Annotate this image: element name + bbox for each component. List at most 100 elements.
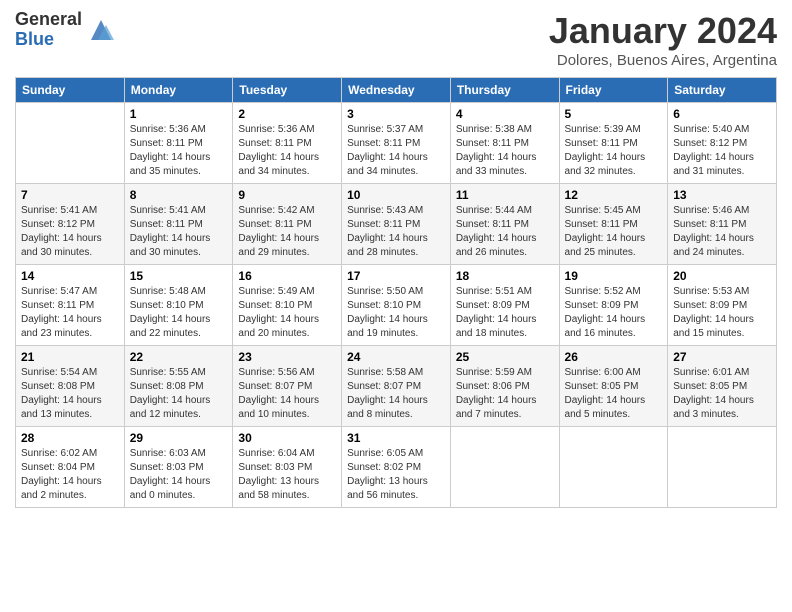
day-info: Sunrise: 6:03 AM Sunset: 8:03 PM Dayligh… [130, 447, 228, 503]
calendar-cell: 7 Sunrise: 5:41 AM Sunset: 8:12 PM Daylig… [16, 184, 125, 265]
calendar-cell: 4Sunrise: 5:38 AM Sunset: 8:11 PM Daylig… [450, 103, 559, 184]
day-number: 9 [238, 188, 336, 202]
day-info: Sunrise: 5:43 AM Sunset: 8:11 PM Dayligh… [347, 204, 445, 260]
logo-blue: Blue [15, 30, 82, 50]
calendar-cell: 10 Sunrise: 5:43 AM Sunset: 8:11 PM Dayli… [342, 184, 451, 265]
location-subtitle: Dolores, Buenos Aires, Argentina [549, 52, 777, 69]
calendar-cell: 11Sunrise: 5:44 AM Sunset: 8:11 PM Dayli… [450, 184, 559, 265]
day-number: 14 [21, 269, 119, 283]
day-number: 3 [347, 107, 445, 121]
day-number: 25 [456, 350, 554, 364]
column-header-friday: Friday [559, 78, 668, 103]
calendar-cell: 12Sunrise: 5:45 AM Sunset: 8:11 PM Dayli… [559, 184, 668, 265]
calendar-cell: 29Sunrise: 6:03 AM Sunset: 8:03 PM Dayli… [124, 427, 233, 508]
calendar-cell: 15Sunrise: 5:48 AM Sunset: 8:10 PM Dayli… [124, 265, 233, 346]
day-number: 31 [347, 431, 445, 445]
day-info: Sunrise: 5:41 AM Sunset: 8:12 PM Dayligh… [21, 204, 119, 260]
column-header-sunday: Sunday [16, 78, 125, 103]
day-number: 17 [347, 269, 445, 283]
day-number: 27 [673, 350, 771, 364]
day-number: 30 [238, 431, 336, 445]
calendar-header-row: SundayMondayTuesdayWednesdayThursdayFrid… [16, 78, 777, 103]
day-info: Sunrise: 5:45 AM Sunset: 8:11 PM Dayligh… [565, 204, 663, 260]
day-number: 16 [238, 269, 336, 283]
day-info: Sunrise: 5:55 AM Sunset: 8:08 PM Dayligh… [130, 366, 228, 422]
day-info: Sunrise: 5:52 AM Sunset: 8:09 PM Dayligh… [565, 285, 663, 341]
calendar-cell: 26 Sunrise: 6:00 AM Sunset: 8:05 PM Dayli… [559, 346, 668, 427]
day-info: Sunrise: 5:58 AM Sunset: 8:07 PM Dayligh… [347, 366, 445, 422]
calendar-cell: 30 Sunrise: 6:04 AM Sunset: 8:03 PM Dayli… [233, 427, 342, 508]
calendar-cell: 1Sunrise: 5:36 AM Sunset: 8:11 PM Daylig… [124, 103, 233, 184]
calendar-cell: 25 Sunrise: 5:59 AM Sunset: 8:06 PM Dayli… [450, 346, 559, 427]
day-number: 15 [130, 269, 228, 283]
day-info: Sunrise: 5:38 AM Sunset: 8:11 PM Dayligh… [456, 123, 554, 179]
calendar-cell: 6Sunrise: 5:40 AM Sunset: 8:12 PM Daylig… [668, 103, 777, 184]
day-info: Sunrise: 5:46 AM Sunset: 8:11 PM Dayligh… [673, 204, 771, 260]
calendar-cell: 22Sunrise: 5:55 AM Sunset: 8:08 PM Dayli… [124, 346, 233, 427]
day-number: 21 [21, 350, 119, 364]
day-number: 20 [673, 269, 771, 283]
day-number: 28 [21, 431, 119, 445]
calendar-week-row: 1Sunrise: 5:36 AM Sunset: 8:11 PM Daylig… [16, 103, 777, 184]
calendar-cell [450, 427, 559, 508]
day-info: Sunrise: 5:59 AM Sunset: 8:06 PM Dayligh… [456, 366, 554, 422]
calendar-cell: 8 Sunrise: 5:41 AM Sunset: 8:11 PM Daylig… [124, 184, 233, 265]
month-title: January 2024 [549, 10, 777, 52]
calendar-cell: 23 Sunrise: 5:56 AM Sunset: 8:07 PM Dayli… [233, 346, 342, 427]
day-info: Sunrise: 6:04 AM Sunset: 8:03 PM Dayligh… [238, 447, 336, 503]
calendar-cell: 5 Sunrise: 5:39 AM Sunset: 8:11 PM Daylig… [559, 103, 668, 184]
calendar-cell: 21 Sunrise: 5:54 AM Sunset: 8:08 PM Dayli… [16, 346, 125, 427]
calendar-cell [559, 427, 668, 508]
day-info: Sunrise: 5:54 AM Sunset: 8:08 PM Dayligh… [21, 366, 119, 422]
day-info: Sunrise: 5:41 AM Sunset: 8:11 PM Dayligh… [130, 204, 228, 260]
day-info: Sunrise: 6:05 AM Sunset: 8:02 PM Dayligh… [347, 447, 445, 503]
calendar-cell: 18 Sunrise: 5:51 AM Sunset: 8:09 PM Dayli… [450, 265, 559, 346]
day-info: Sunrise: 6:01 AM Sunset: 8:05 PM Dayligh… [673, 366, 771, 422]
day-info: Sunrise: 5:49 AM Sunset: 8:10 PM Dayligh… [238, 285, 336, 341]
calendar-cell: 14 Sunrise: 5:47 AM Sunset: 8:11 PM Dayli… [16, 265, 125, 346]
day-info: Sunrise: 5:39 AM Sunset: 8:11 PM Dayligh… [565, 123, 663, 179]
calendar-cell: 17 Sunrise: 5:50 AM Sunset: 8:10 PM Dayli… [342, 265, 451, 346]
day-number: 8 [130, 188, 228, 202]
day-number: 7 [21, 188, 119, 202]
calendar-cell: 2Sunrise: 5:36 AM Sunset: 8:11 PM Daylig… [233, 103, 342, 184]
day-number: 13 [673, 188, 771, 202]
calendar-cell: 27 Sunrise: 6:01 AM Sunset: 8:05 PM Dayli… [668, 346, 777, 427]
column-header-thursday: Thursday [450, 78, 559, 103]
calendar-cell [16, 103, 125, 184]
day-info: Sunrise: 5:51 AM Sunset: 8:09 PM Dayligh… [456, 285, 554, 341]
calendar-week-row: 21 Sunrise: 5:54 AM Sunset: 8:08 PM Dayli… [16, 346, 777, 427]
day-number: 5 [565, 107, 663, 121]
calendar-cell [668, 427, 777, 508]
day-number: 10 [347, 188, 445, 202]
calendar-cell: 3Sunrise: 5:37 AM Sunset: 8:11 PM Daylig… [342, 103, 451, 184]
calendar-cell: 9Sunrise: 5:42 AM Sunset: 8:11 PM Daylig… [233, 184, 342, 265]
day-number: 2 [238, 107, 336, 121]
day-info: Sunrise: 5:50 AM Sunset: 8:10 PM Dayligh… [347, 285, 445, 341]
calendar-cell: 19 Sunrise: 5:52 AM Sunset: 8:09 PM Dayli… [559, 265, 668, 346]
day-number: 6 [673, 107, 771, 121]
calendar-cell: 31 Sunrise: 6:05 AM Sunset: 8:02 PM Dayli… [342, 427, 451, 508]
title-section: January 2024 Dolores, Buenos Aires, Arge… [549, 10, 777, 69]
calendar-cell: 20Sunrise: 5:53 AM Sunset: 8:09 PM Dayli… [668, 265, 777, 346]
day-info: Sunrise: 5:47 AM Sunset: 8:11 PM Dayligh… [21, 285, 119, 341]
day-number: 19 [565, 269, 663, 283]
day-number: 1 [130, 107, 228, 121]
day-info: Sunrise: 5:56 AM Sunset: 8:07 PM Dayligh… [238, 366, 336, 422]
day-number: 24 [347, 350, 445, 364]
logo-icon [86, 15, 116, 45]
day-info: Sunrise: 6:02 AM Sunset: 8:04 PM Dayligh… [21, 447, 119, 503]
calendar-cell: 28 Sunrise: 6:02 AM Sunset: 8:04 PM Dayli… [16, 427, 125, 508]
calendar-table: SundayMondayTuesdayWednesdayThursdayFrid… [15, 77, 777, 508]
column-header-monday: Monday [124, 78, 233, 103]
logo: General Blue [15, 10, 116, 50]
calendar-cell: 16 Sunrise: 5:49 AM Sunset: 8:10 PM Dayli… [233, 265, 342, 346]
day-number: 18 [456, 269, 554, 283]
calendar-cell: 24 Sunrise: 5:58 AM Sunset: 8:07 PM Dayli… [342, 346, 451, 427]
day-info: Sunrise: 5:44 AM Sunset: 8:11 PM Dayligh… [456, 204, 554, 260]
day-number: 26 [565, 350, 663, 364]
column-header-wednesday: Wednesday [342, 78, 451, 103]
day-info: Sunrise: 6:00 AM Sunset: 8:05 PM Dayligh… [565, 366, 663, 422]
calendar-week-row: 7 Sunrise: 5:41 AM Sunset: 8:12 PM Daylig… [16, 184, 777, 265]
day-number: 23 [238, 350, 336, 364]
